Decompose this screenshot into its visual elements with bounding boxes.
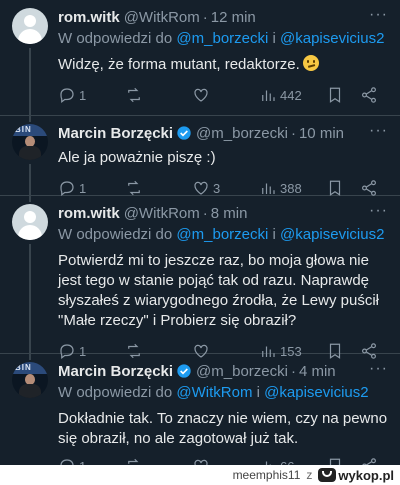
thread-line — [29, 196, 31, 202]
tweet-actions: 1 442 — [58, 75, 390, 115]
tweet-text: Ale ja poważnie piszę :) — [58, 149, 216, 166]
reply-count: 1 — [79, 87, 87, 103]
user-handle[interactable]: @m_borzecki — [196, 363, 288, 380]
thread-line — [29, 354, 31, 360]
like-button[interactable]: 3 — [192, 179, 259, 197]
replying-to: W odpowiedzi do @m_borzecki i @kapisevic… — [58, 226, 385, 243]
separator-dot: · — [202, 204, 208, 222]
uploader-username[interactable]: meemphis11 — [233, 468, 301, 482]
views-count: 388 — [280, 180, 302, 196]
default-avatar[interactable] — [12, 8, 48, 44]
timestamp[interactable]: 8 min — [211, 205, 248, 222]
wykop-logo[interactable]: wykop.pl — [318, 468, 394, 483]
avatar-letters: BIN — [15, 363, 32, 372]
separator-dot: · — [290, 124, 296, 142]
verified-badge-icon — [177, 126, 191, 140]
reply-icon — [60, 181, 74, 196]
views-button[interactable]: 388 — [259, 179, 326, 197]
more-options-icon[interactable]: ··· — [369, 361, 388, 377]
mention-link[interactable]: @m_borzecki — [176, 226, 268, 243]
like-button[interactable] — [192, 86, 259, 104]
thread-line — [29, 244, 31, 354]
tweet-header: Marcin Borzęcki @m_borzecki · 10 min — [58, 122, 390, 144]
avatar-letters: BIN — [15, 125, 32, 134]
replying-to: W odpowiedzi do @WitkRom i @kapisevicius… — [58, 384, 369, 401]
bookmark-icon — [329, 87, 341, 103]
more-options-icon[interactable]: ··· — [369, 203, 388, 219]
views-icon — [262, 183, 275, 194]
heart-icon — [194, 88, 208, 102]
reply-button[interactable]: 1 — [58, 179, 125, 197]
source-footer: meemphis11 z wykop.pl — [0, 465, 400, 485]
profile-photo-avatar[interactable]: BIN — [12, 362, 48, 398]
bookmark-button[interactable] — [326, 86, 360, 104]
more-options-icon[interactable]: ··· — [369, 7, 388, 23]
heart-icon — [194, 181, 208, 195]
verified-badge-icon — [177, 364, 191, 378]
display-name[interactable]: Marcin Borzęcki — [58, 125, 173, 142]
like-count: 3 — [213, 180, 221, 196]
share-button[interactable] — [360, 86, 380, 104]
reply-button[interactable]: 1 — [58, 86, 125, 104]
bookmark-icon — [329, 180, 341, 196]
user-handle[interactable]: @WitkRom — [124, 9, 200, 26]
thread-line — [29, 116, 31, 122]
retweet-button[interactable] — [125, 86, 192, 104]
reply-icon — [60, 88, 74, 103]
mention-link[interactable]: @kapisevicius2 — [280, 30, 384, 47]
thread-line — [29, 48, 31, 116]
tweet-header: Marcin Borzęcki @m_borzecki · 4 min — [58, 360, 390, 382]
mention-link[interactable]: @kapisevicius2 — [264, 384, 368, 401]
mention-link[interactable]: @kapisevicius2 — [280, 226, 384, 243]
timestamp[interactable]: 10 min — [299, 125, 344, 142]
share-icon — [362, 180, 376, 196]
tweet[interactable]: BIN Marcin Borzęcki @m_borzecki · 10 min… — [0, 116, 400, 196]
replying-to: W odpowiedzi do @m_borzecki i @kapisevic… — [58, 30, 385, 47]
display-name[interactable]: Marcin Borzęcki — [58, 363, 173, 380]
tweet-header: rom.witk @WitkRom · 12 min — [58, 6, 390, 28]
tweet[interactable]: rom.witk @WitkRom · 12 min ··· W odpowie… — [0, 0, 400, 116]
wykop-logo-icon — [318, 468, 337, 482]
display-name[interactable]: rom.witk — [58, 9, 120, 26]
profile-photo-avatar[interactable]: BIN — [12, 124, 48, 160]
display-name[interactable]: rom.witk — [58, 205, 120, 222]
share-button[interactable] — [360, 179, 380, 197]
tweet[interactable]: rom.witk @WitkRom · 8 min ··· W odpowied… — [0, 196, 400, 359]
separator-dot: · — [202, 8, 208, 26]
tweet-text: Dokładnie tak. To znaczy nie wiem, czy n… — [58, 410, 388, 447]
tweet-text: Potwierdź mi to jeszcze raz, bo moja gło… — [58, 252, 379, 329]
mention-link[interactable]: @WitkRom — [176, 384, 252, 401]
thread-line — [29, 164, 31, 196]
mention-link[interactable]: @m_borzecki — [176, 30, 268, 47]
timestamp[interactable]: 12 min — [211, 9, 256, 26]
footer-separator: z — [306, 468, 313, 482]
views-button[interactable]: 442 — [259, 86, 326, 104]
retweet-icon — [128, 87, 140, 103]
views-icon — [262, 90, 275, 101]
wykop-site-name: wykop.pl — [338, 467, 394, 483]
share-icon — [362, 87, 376, 103]
retweet-button[interactable] — [125, 179, 192, 197]
tweet-text: Widzę, że forma mutant, redaktorze. — [58, 55, 390, 75]
reply-count: 1 — [79, 180, 87, 196]
views-count: 442 — [280, 87, 302, 103]
default-avatar[interactable] — [12, 204, 48, 240]
user-handle[interactable]: @m_borzecki — [196, 125, 288, 142]
retweet-icon — [128, 180, 140, 196]
bookmark-button[interactable] — [326, 179, 360, 197]
user-handle[interactable]: @WitkRom — [124, 205, 200, 222]
tweet[interactable]: BIN Marcin Borzęcki @m_borzecki · 4 min … — [0, 354, 400, 474]
more-options-icon[interactable]: ··· — [369, 123, 388, 139]
separator-dot: · — [290, 362, 296, 380]
timestamp[interactable]: 4 min — [299, 363, 336, 380]
tweet-header: rom.witk @WitkRom · 8 min — [58, 202, 390, 224]
slightly-smiling-face-icon — [302, 55, 319, 71]
